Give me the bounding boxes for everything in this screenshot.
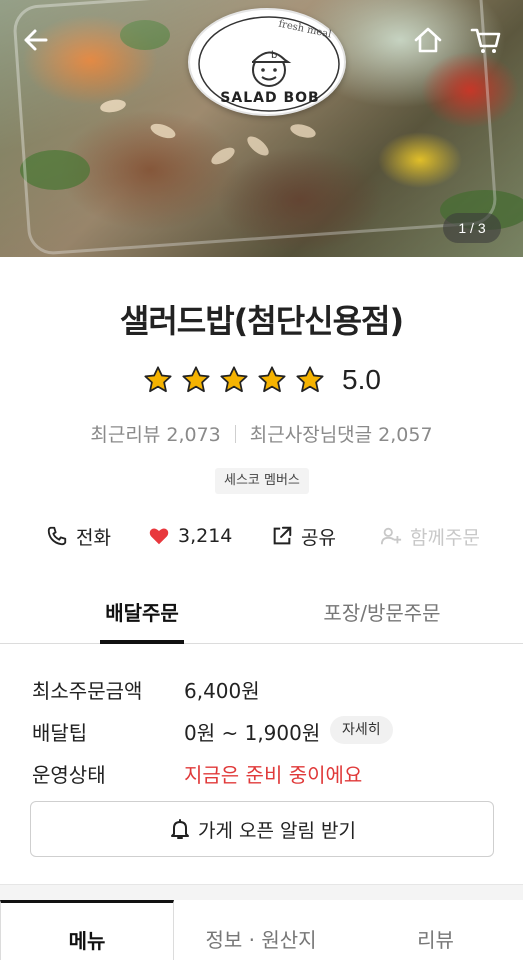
delivery-tip-label: 배달팁 xyxy=(32,721,88,745)
brand-logo: b fresh meal SALAD BOB xyxy=(188,8,346,116)
status-value: 지금은 준비 중이에요 xyxy=(184,763,363,787)
store-name: 샐러드밥(첨단신용점) xyxy=(119,302,404,340)
star-icon xyxy=(258,366,286,393)
star-icon xyxy=(220,366,248,393)
image-pager: 1 / 3 xyxy=(443,213,501,243)
group-order-button[interactable]: 함께주문 xyxy=(380,518,480,554)
home-button[interactable] xyxy=(410,22,446,58)
review-counts[interactable]: 최근리뷰 2,073 최근사장님댓글 2,057 xyxy=(0,420,523,447)
divider xyxy=(234,425,236,443)
section-divider xyxy=(0,884,523,900)
store-section-tabs: 메뉴 정보 · 원산지 리뷰 xyxy=(0,900,523,960)
star-icon xyxy=(296,366,324,393)
like-count: 3,214 xyxy=(178,525,233,547)
bell-icon xyxy=(171,819,190,839)
tab-menu[interactable]: 메뉴 xyxy=(0,900,174,960)
share-icon xyxy=(273,526,292,545)
store-actions: 전화 3,214 공유 함께주문 xyxy=(0,518,523,554)
svg-text:b: b xyxy=(271,50,277,61)
order-type-tabs: 배달주문 포장/방문주문 xyxy=(0,590,523,644)
share-button[interactable]: 공유 xyxy=(271,518,336,554)
recent-review-count[interactable]: 최근리뷰 2,073 xyxy=(90,424,220,446)
owner-reply-count[interactable]: 최근사장님댓글 2,057 xyxy=(250,424,433,446)
logo-brand-text: SALAD BOB xyxy=(220,90,320,106)
rating-row: 5.0 xyxy=(0,360,523,400)
star-icon xyxy=(182,366,210,393)
cart-icon xyxy=(470,28,501,53)
add-person-icon xyxy=(380,527,402,545)
heart-icon xyxy=(149,528,169,545)
call-label: 전화 xyxy=(76,526,111,549)
open-notify-label: 가게 오픈 알림 받기 xyxy=(198,819,356,842)
cesco-member-badge: 세스코 멤버스 xyxy=(215,468,309,494)
tab-info-origin[interactable]: 정보 · 원산지 xyxy=(174,900,348,960)
cart-button[interactable] xyxy=(468,22,504,58)
tab-pickup[interactable]: 포장/방문주문 xyxy=(300,590,464,644)
store-hero-image[interactable]: b fresh meal SALAD BOB 1 / 3 xyxy=(0,0,523,257)
arrow-left-icon xyxy=(24,29,48,51)
open-notify-button[interactable]: 가게 오픈 알림 받기 xyxy=(30,801,494,857)
tab-review[interactable]: 리뷰 xyxy=(348,900,523,960)
min-order-label: 최소주문금액 xyxy=(32,679,143,703)
share-label: 공유 xyxy=(301,526,336,549)
phone-icon xyxy=(47,526,67,546)
delivery-tip-value: 0원 ~ 1,900원 xyxy=(184,721,321,745)
back-button[interactable] xyxy=(18,22,54,58)
group-order-label: 함께주문 xyxy=(410,526,480,549)
star-icon xyxy=(144,366,172,393)
tab-delivery[interactable]: 배달주문 xyxy=(100,590,184,644)
like-button[interactable]: 3,214 xyxy=(148,518,232,554)
home-icon xyxy=(414,27,442,53)
call-button[interactable]: 전화 xyxy=(46,518,111,554)
rating-value: 5.0 xyxy=(342,364,381,395)
delivery-tip-detail-button[interactable]: 자세히 xyxy=(330,716,393,744)
min-order-value: 6,400원 xyxy=(184,679,260,703)
status-label: 운영상태 xyxy=(32,763,106,787)
